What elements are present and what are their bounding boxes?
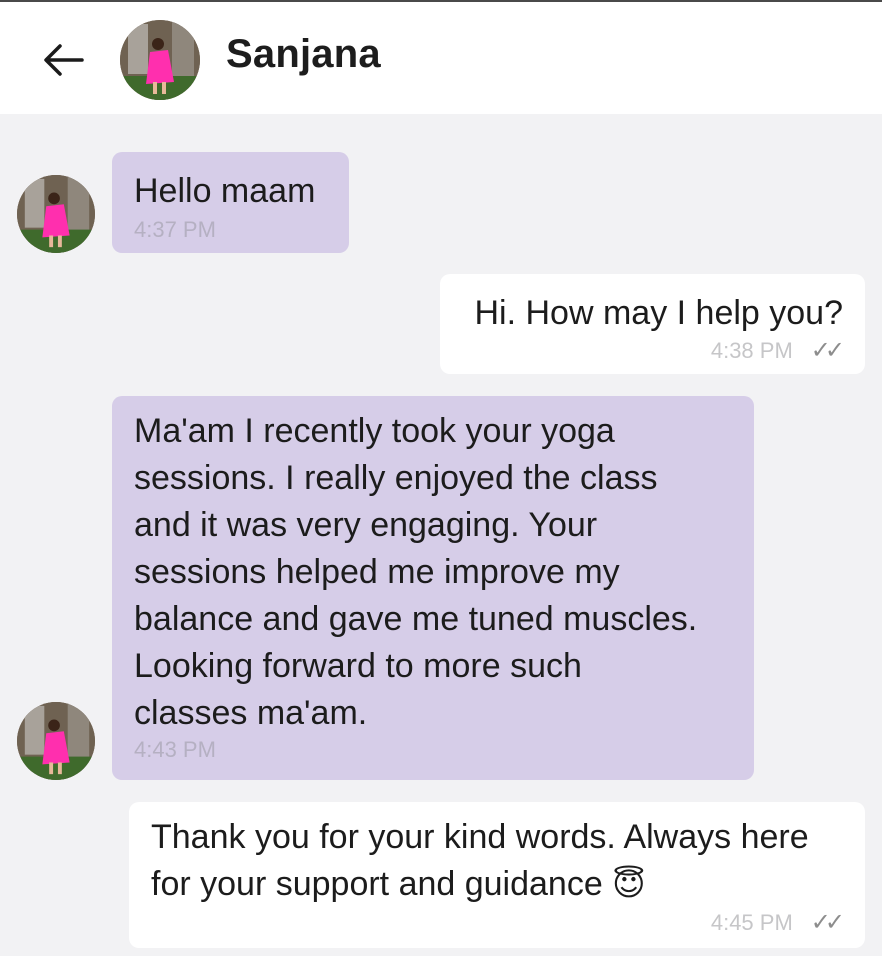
contact-name[interactable]: Sanjana [226,32,381,77]
double-check-icon: ✓✓ [810,909,845,936]
chat-header: Sanjana [0,0,882,114]
message-time: 4:43 PM [134,737,216,762]
sender-avatar[interactable] [17,175,95,253]
message-text: Thank you for your kind words. Always he… [151,814,843,908]
message-bubble-outgoing[interactable]: Thank you for your kind words. Always he… [129,802,865,948]
message-bubble-incoming[interactable]: Ma'am I recently took your yoga sessions… [112,396,754,780]
message-time: 4:37 PM [134,217,216,242]
message-time: 4:45 PM [710,909,793,935]
message-text: Hi. How may I help you? [474,294,844,332]
arrow-left-icon [44,44,84,76]
sender-avatar[interactable] [17,702,95,780]
smiling-halo-emoji: 😇 [612,866,646,902]
message-time: 4:38 PM [710,337,793,363]
message-text-body: Thank you for your kind words. Always he… [151,818,809,903]
message-text: Hello maam [134,172,316,210]
message-bubble-outgoing[interactable]: Hi. How may I help you? 4:38 PM ✓✓ [440,274,865,374]
message-text: Ma'am I recently took your yoga sessions… [134,412,698,732]
double-check-icon: ✓✓ [810,337,845,364]
back-button[interactable] [38,38,88,82]
message-bubble-incoming[interactable]: Hello maam 4:37 PM [112,152,349,253]
contact-avatar[interactable] [120,20,200,100]
